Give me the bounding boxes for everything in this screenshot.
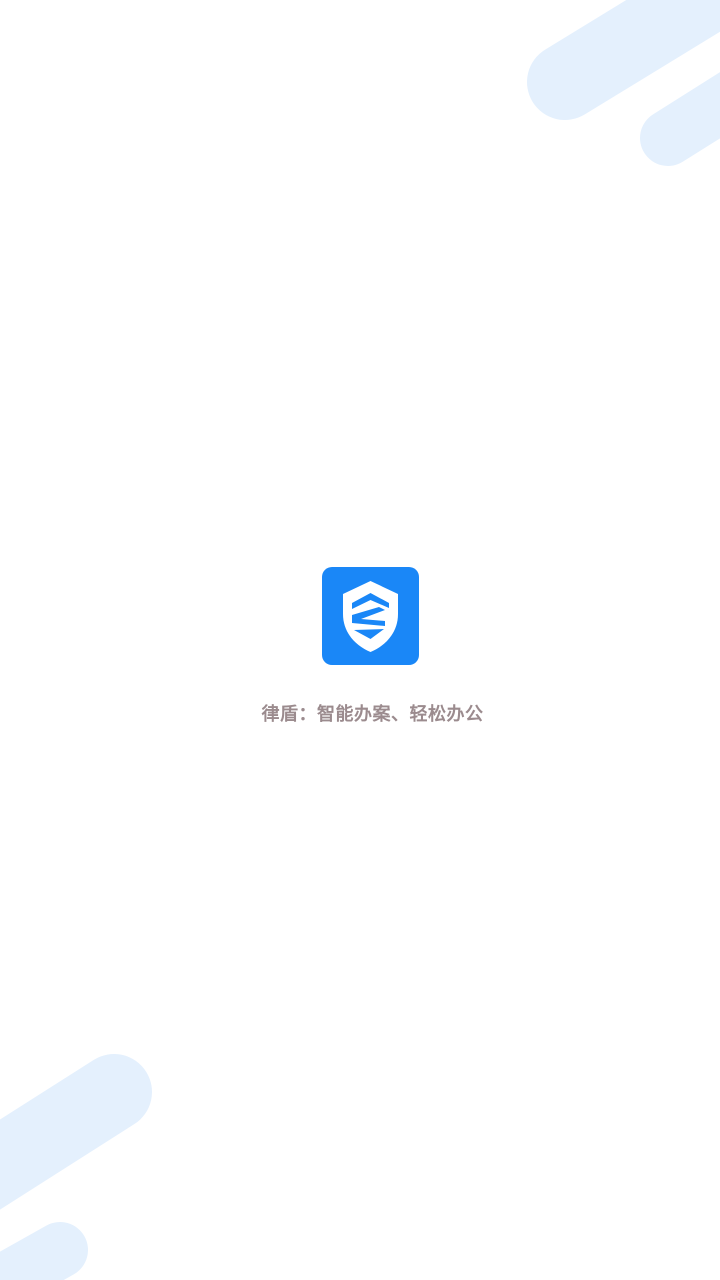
- top-right-stripe-large: [527, 0, 720, 120]
- bottom-left-stripe-small: [0, 1222, 88, 1280]
- bottom-left-stripe-large: [0, 1054, 152, 1210]
- top-right-stripe-small: [640, 72, 720, 166]
- shield-logo-icon: [322, 567, 419, 665]
- splash-screen: 律盾：智能办案、轻松办公: [0, 0, 720, 1280]
- app-tagline: 律盾：智能办案、轻松办公: [261, 704, 484, 725]
- app-logo: [322, 567, 419, 665]
